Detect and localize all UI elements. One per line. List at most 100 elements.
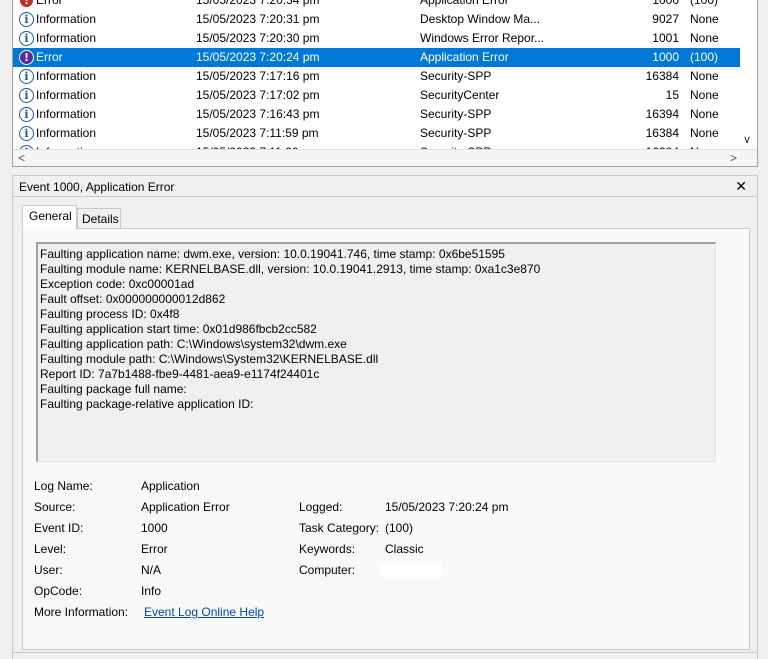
event-id-label: Event ID: — [34, 521, 84, 535]
source-cell: Security-SPP — [420, 69, 492, 83]
event-id-cell: 16394 — [645, 107, 679, 121]
task-category-cell: (100) — [690, 0, 719, 7]
error-icon: ! — [19, 0, 34, 8]
level-cell: Error — [36, 50, 63, 64]
source-label: Source: — [34, 500, 76, 514]
table-row[interactable]: i Information 15/05/2023 7:17:02 pm Securit… — [13, 86, 741, 105]
task-category-cell: None — [690, 12, 719, 26]
task-category-cell: None — [690, 107, 719, 121]
event-id-cell: 16384 — [645, 126, 679, 140]
log-name-value: Application — [141, 479, 200, 493]
level-cell: Information — [36, 31, 97, 45]
task-category-value: (100) — [385, 521, 414, 535]
event-id-value: 1000 — [141, 521, 168, 535]
event-id-cell: 1000 — [652, 0, 679, 7]
level-cell: Information — [36, 107, 97, 121]
task-category-cell: (100) — [690, 50, 719, 64]
description-line: Exception code: 0xc00001ad — [40, 277, 195, 291]
task-category-cell: None — [690, 126, 719, 140]
source-cell: Security-SPP — [420, 107, 492, 121]
task-category-cell: None — [690, 31, 719, 45]
source-value: Application Error — [141, 500, 230, 514]
event-id-cell: 15 — [665, 88, 679, 102]
logged-value: 15/05/2023 7:20:24 pm — [385, 500, 509, 514]
event-list[interactable]: ! Error 15/05/2023 7:20:34 pm Application E… — [12, 0, 758, 167]
opcode-label: OpCode: — [34, 584, 83, 598]
computer-label: Computer: — [299, 563, 356, 577]
keywords-value: Classic — [385, 542, 424, 556]
event-rows: ! Error 15/05/2023 7:20:34 pm Application E… — [13, 0, 741, 149]
info-icon: i — [19, 88, 34, 103]
event-details-header: Event 1000, Application Error ✕ — [12, 175, 758, 197]
description-line: Fault offset: 0x000000000012d862 — [40, 292, 226, 306]
level-cell: Error — [36, 0, 63, 7]
logged-label: Logged: — [299, 500, 343, 514]
task-category-cell: None — [690, 69, 719, 83]
close-icon[interactable]: ✕ — [735, 178, 747, 195]
horizontal-scrollbar[interactable]: < > — [13, 149, 757, 166]
description-line: Faulting process ID: 0x4f8 — [40, 307, 180, 321]
description-line: Report ID: 7a7b1488-fbe9-4481-aea9-e1174… — [40, 367, 320, 381]
source-cell: Security-SPP — [420, 126, 492, 140]
opcode-value: Info — [141, 584, 162, 598]
date-time-cell: 15/05/2023 7:16:43 pm — [196, 107, 320, 121]
description-line: Faulting package-relative application ID… — [40, 397, 254, 411]
event-log-online-help-link[interactable]: Event Log Online Help — [144, 605, 264, 619]
level-cell: Information — [36, 12, 97, 26]
source-cell: Application Error — [420, 0, 509, 7]
table-row[interactable]: i Information 15/05/2023 7:16:43 pm Securit… — [13, 105, 741, 124]
log-name-label: Log Name: — [34, 479, 93, 493]
info-icon: i — [19, 12, 34, 27]
description-line: Faulting application start time: 0x01d98… — [40, 322, 317, 336]
source-cell: Windows Error Repor... — [420, 31, 545, 45]
description-line: Faulting module path: C:\Windows\System3… — [40, 352, 379, 366]
description-line: Faulting application name: dwm.exe, vers… — [40, 247, 505, 261]
table-row[interactable]: i Information 15/05/2023 7:11:59 pm Securit… — [13, 124, 741, 143]
source-cell: SecurityCenter — [420, 88, 500, 102]
source-cell: Application Error — [420, 50, 509, 64]
event-id-cell: 1001 — [652, 31, 679, 45]
table-row[interactable]: i Information 15/05/2023 7:20:31 pm Desktop… — [13, 10, 741, 29]
tab-general[interactable]: General — [22, 205, 77, 229]
keywords-label: Keywords: — [299, 542, 356, 556]
table-row[interactable]: ! Error 15/05/2023 7:20:34 pm Application E… — [13, 0, 741, 10]
task-category-cell: None — [690, 88, 719, 102]
date-time-cell: 15/05/2023 7:17:02 pm — [196, 88, 320, 102]
table-row[interactable]: i Information 15/05/2023 7:20:30 pm Windows… — [13, 29, 741, 48]
tab-details[interactable]: Details — [77, 208, 121, 228]
table-row[interactable]: ! Error 15/05/2023 7:20:24 pm Application E… — [13, 48, 741, 67]
date-time-cell: 15/05/2023 7:17:16 pm — [196, 69, 320, 83]
table-row[interactable]: i Information 15/05/2023 7:17:16 pm Securit… — [13, 67, 741, 86]
task-category-label: Task Category: — [299, 521, 380, 535]
event-id-cell: 16384 — [645, 69, 679, 83]
info-icon: i — [19, 107, 34, 122]
description-line: Faulting module name: KERNELBASE.dll, ve… — [40, 262, 541, 276]
scroll-down-arrow-icon[interactable]: ∨ — [743, 133, 751, 146]
scroll-right-arrow-icon[interactable]: > — [730, 151, 737, 165]
level-cell: Information — [36, 88, 97, 102]
vertical-scrollbar[interactable]: ∨ — [740, 0, 757, 150]
date-time-cell: 15/05/2023 7:11:59 pm — [196, 126, 319, 140]
date-time-cell: 15/05/2023 7:20:30 pm — [196, 31, 320, 45]
level-cell: Information — [36, 126, 97, 140]
user-label: User: — [34, 563, 63, 577]
event-description-box[interactable]: Faulting application name: dwm.exe, vers… — [36, 242, 716, 462]
event-id-cell: 1000 — [652, 50, 679, 64]
source-cell: Desktop Window Ma... — [420, 12, 541, 26]
level-value: Error — [141, 542, 168, 556]
info-icon: i — [19, 126, 34, 141]
user-value: N/A — [141, 563, 162, 577]
error-icon: ! — [19, 50, 34, 65]
date-time-cell: 15/05/2023 7:20:31 pm — [196, 12, 320, 26]
description-line: Faulting application path: C:\Windows\sy… — [40, 337, 347, 351]
level-cell: Information — [36, 69, 97, 83]
event-details-title: Event 1000, Application Error — [19, 180, 175, 194]
info-icon: i — [19, 31, 34, 46]
computer-value-redacted — [380, 563, 442, 577]
date-time-cell: 15/05/2023 7:20:34 pm — [196, 0, 320, 7]
scroll-left-arrow-icon[interactable]: < — [18, 151, 25, 165]
more-information-label: More Information: — [34, 605, 129, 619]
pane-bottom-border — [12, 652, 758, 653]
level-label: Level: — [34, 542, 67, 556]
date-time-cell: 15/05/2023 7:20:24 pm — [196, 50, 320, 64]
